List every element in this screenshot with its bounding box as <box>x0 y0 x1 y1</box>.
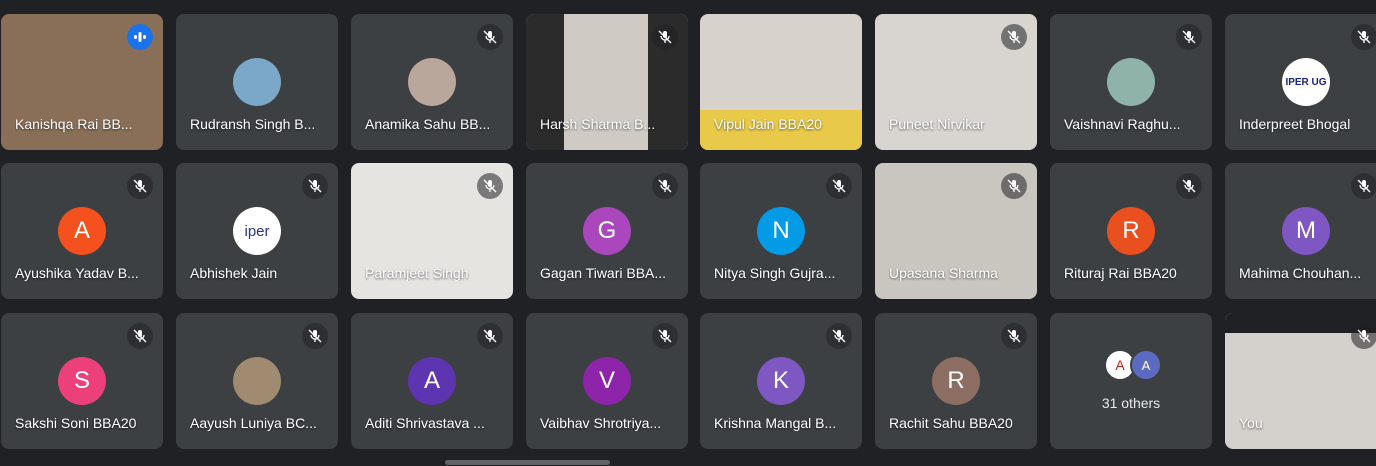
participant-name: Upasana Sharma <box>889 265 998 281</box>
participant-name: Kanishqa Rai BB... <box>15 116 133 132</box>
initial-avatar: R <box>932 357 980 405</box>
profile-photo-avatar <box>1107 58 1155 106</box>
participant-tile[interactable]: A Ayushika Yadav B... <box>1 163 163 299</box>
participant-name: Rudransh Singh B... <box>190 116 316 132</box>
profile-photo-avatar <box>233 58 281 106</box>
participant-tile[interactable]: A Aditi Shrivastava ... <box>351 313 513 449</box>
initial-avatar: A <box>58 207 106 255</box>
participant-tile[interactable]: Aayush Luniya BC... <box>176 313 338 449</box>
participant-tile[interactable]: S Sakshi Soni BBA20 <box>1 313 163 449</box>
profile-photo-avatar <box>233 357 281 405</box>
mic-off-icon <box>477 173 503 199</box>
participant-name: Inderpreet Bhogal <box>1239 116 1351 132</box>
mic-off-icon <box>302 323 328 349</box>
participant-tile[interactable]: Upasana Sharma <box>875 163 1037 299</box>
participant-tile[interactable]: R Rituraj Rai BBA20 <box>1050 163 1212 299</box>
mic-off-icon <box>826 323 852 349</box>
participant-name: Harsh Sharma B... <box>540 116 656 132</box>
mic-off-icon <box>652 173 678 199</box>
mic-off-icon <box>826 173 852 199</box>
participant-grid: Kanishqa Rai BB... Rudransh Singh B... A… <box>0 0 1376 466</box>
initial-avatar: K <box>757 357 805 405</box>
initial-avatar: S <box>58 357 106 405</box>
scroll-handle[interactable] <box>445 460 610 465</box>
mic-off-icon <box>652 323 678 349</box>
participant-name: Paramjeet Singh <box>365 265 469 281</box>
initial-avatar: R <box>1107 207 1155 255</box>
participant-name: Aayush Luniya BC... <box>190 415 317 431</box>
participant-name: Vipul Jain BBA20 <box>714 116 822 132</box>
profile-photo-avatar <box>408 58 456 106</box>
participant-name: Vaishnavi Raghu... <box>1064 116 1181 132</box>
participant-tile[interactable]: N Nitya Singh Gujra... <box>700 163 862 299</box>
initial-avatar: A <box>408 357 456 405</box>
mic-off-icon <box>477 24 503 50</box>
speaking-indicator-icon <box>127 24 153 50</box>
participant-tile[interactable]: IPER UG Inderpreet Bhogal <box>1225 14 1376 150</box>
participant-tile[interactable]: iper Abhishek Jain <box>176 163 338 299</box>
participant-tile[interactable]: Vaishnavi Raghu... <box>1050 14 1212 150</box>
initial-avatar: G <box>583 207 631 255</box>
initial-avatar: N <box>757 207 805 255</box>
mic-off-icon <box>652 24 678 50</box>
self-tile[interactable]: You <box>1225 313 1376 449</box>
participant-name: Nitya Singh Gujra... <box>714 265 836 281</box>
participant-tile[interactable]: M Mahima Chouhan... <box>1225 163 1376 299</box>
initial-avatar: M <box>1282 207 1330 255</box>
participant-tile[interactable]: V Vaibhav Shrotriya... <box>526 313 688 449</box>
participant-name: Anamika Sahu BB... <box>365 116 491 132</box>
others-tile[interactable]: A A 31 others <box>1050 313 1212 449</box>
participant-name: Puneet Nirvikar <box>889 116 985 132</box>
mic-off-icon <box>1351 323 1376 349</box>
participant-name: Sakshi Soni BBA20 <box>15 415 137 431</box>
participant-name: Ayushika Yadav B... <box>15 265 139 281</box>
mic-off-icon <box>127 323 153 349</box>
participant-name: Rituraj Rai BBA20 <box>1064 265 1177 281</box>
initial-avatar: V <box>583 357 631 405</box>
iper-ug-logo-avatar: IPER UG <box>1282 58 1330 106</box>
participant-tile[interactable]: G Gagan Tiwari BBA... <box>526 163 688 299</box>
mic-off-icon <box>1351 24 1376 50</box>
participant-name: Krishna Mangal B... <box>714 415 837 431</box>
participant-tile[interactable]: Vipul Jain BBA20 <box>700 14 862 150</box>
mic-off-icon <box>1176 24 1202 50</box>
participant-tile[interactable]: Anamika Sahu BB... <box>351 14 513 150</box>
mic-off-icon <box>1001 24 1027 50</box>
participant-tile[interactable]: R Rachit Sahu BBA20 <box>875 313 1037 449</box>
participant-name: Abhishek Jain <box>190 265 278 281</box>
participant-name: Mahima Chouhan... <box>1239 265 1362 281</box>
participant-name: You <box>1239 415 1263 431</box>
iper-logo-avatar: iper <box>233 207 281 255</box>
others-avatar-stack: A A <box>1104 349 1164 381</box>
participant-name: Aditi Shrivastava ... <box>365 415 485 431</box>
participant-tile[interactable]: Puneet Nirvikar <box>875 14 1037 150</box>
others-avatar: A <box>1130 349 1162 381</box>
participant-tile[interactable]: Paramjeet Singh <box>351 163 513 299</box>
mic-off-icon <box>1351 173 1376 199</box>
mic-off-icon <box>127 173 153 199</box>
participant-name: Vaibhav Shrotriya... <box>540 415 662 431</box>
participant-tile[interactable]: Rudransh Singh B... <box>176 14 338 150</box>
mic-off-icon <box>1001 173 1027 199</box>
participant-tile[interactable]: K Krishna Mangal B... <box>700 313 862 449</box>
others-count-label: 31 others <box>1101 395 1161 411</box>
mic-off-icon <box>302 173 328 199</box>
participant-tile[interactable]: Harsh Sharma B... <box>526 14 688 150</box>
mic-off-icon <box>477 323 503 349</box>
participant-tile[interactable]: Kanishqa Rai BB... <box>1 14 163 150</box>
participant-name: Gagan Tiwari BBA... <box>540 265 667 281</box>
mic-off-icon <box>1176 173 1202 199</box>
participant-name: Rachit Sahu BBA20 <box>889 415 1013 431</box>
mic-off-icon <box>1001 323 1027 349</box>
